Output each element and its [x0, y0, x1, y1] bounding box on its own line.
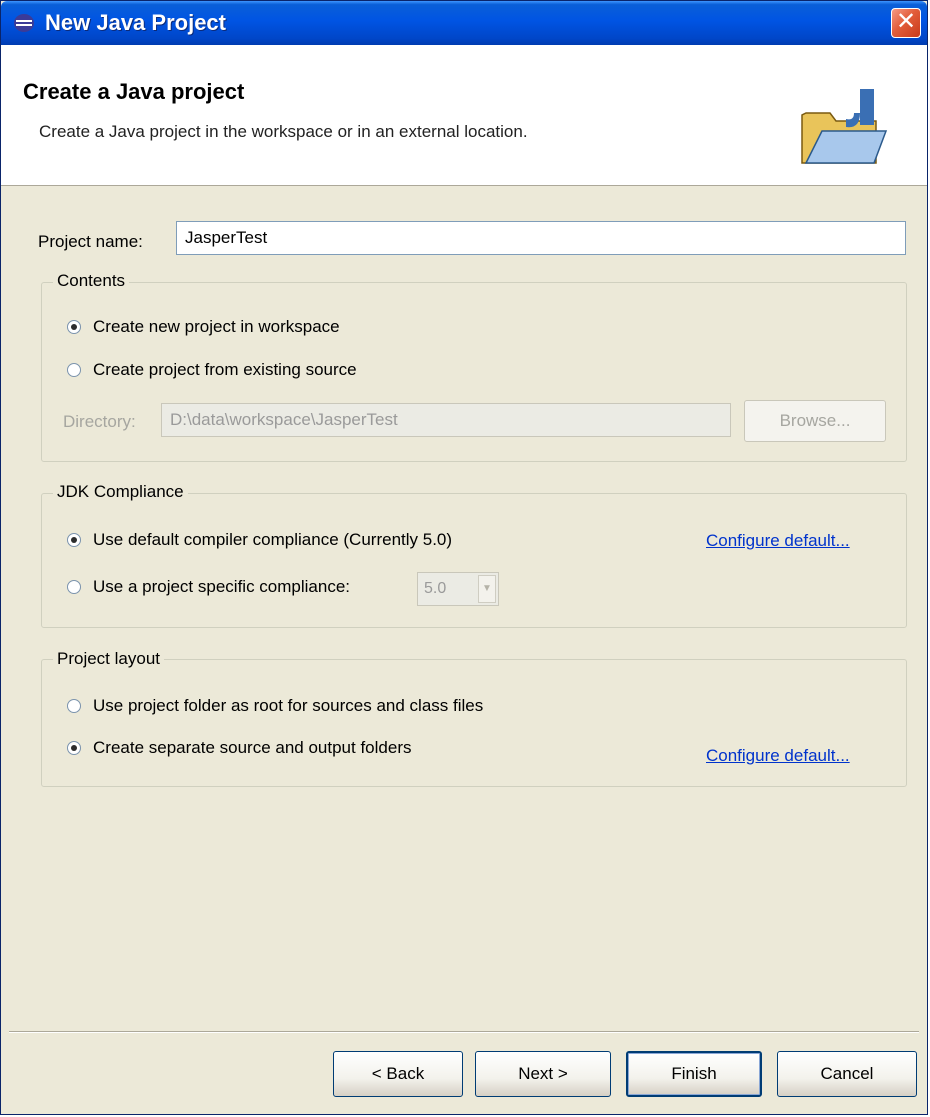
close-button[interactable]: ✕	[891, 8, 921, 38]
cancel-button[interactable]: Cancel	[777, 1051, 917, 1097]
project-root-label: Use project folder as root for sources a…	[93, 696, 484, 715]
eclipse-icon	[14, 14, 34, 32]
separate-folders-option[interactable]: Create separate source and output folder…	[67, 738, 411, 758]
create-from-existing-option[interactable]: Create project from existing source	[67, 360, 357, 380]
page-title: Create a Java project	[23, 79, 245, 104]
jdk-compliance-legend: JDK Compliance	[53, 482, 188, 502]
radio-button[interactable]	[67, 741, 81, 755]
radio-button[interactable]	[67, 533, 81, 547]
wizard-banner: Create a Java project Create a Java proj…	[1, 45, 927, 186]
radio-button[interactable]	[67, 699, 81, 713]
create-in-workspace-option[interactable]: Create new project in workspace	[67, 317, 340, 337]
java-project-folder-icon	[801, 89, 888, 164]
project-layout-legend: Project layout	[53, 649, 164, 669]
configure-default-link-layout[interactable]: Configure default...	[706, 746, 850, 766]
create-from-existing-label: Create project from existing source	[93, 360, 357, 379]
close-icon: ✕	[895, 8, 917, 35]
back-button[interactable]: < Back	[333, 1051, 463, 1097]
directory-label: Directory:	[63, 412, 136, 431]
project-name-label: Project name:	[38, 232, 143, 251]
project-root-option[interactable]: Use project folder as root for sources a…	[67, 696, 483, 716]
next-button[interactable]: Next >	[475, 1051, 611, 1097]
chevron-down-icon[interactable]: ▼	[478, 575, 496, 603]
new-java-project-dialog: New Java Project ✕ Create a Java project…	[0, 0, 928, 1115]
project-name-input[interactable]	[176, 221, 906, 255]
radio-button[interactable]	[67, 320, 81, 334]
browse-button[interactable]: Browse...	[744, 400, 886, 442]
page-description: Create a Java project in the workspace o…	[39, 122, 528, 141]
default-compliance-option[interactable]: Use default compiler compliance (Current…	[67, 530, 452, 550]
radio-button[interactable]	[67, 580, 81, 594]
radio-button[interactable]	[67, 363, 81, 377]
jdk-compliance-group	[41, 493, 907, 628]
create-in-workspace-label: Create new project in workspace	[93, 317, 340, 336]
configure-default-link-jdk[interactable]: Configure default...	[706, 531, 850, 551]
finish-button[interactable]: Finish	[626, 1051, 762, 1097]
project-layout-group	[41, 659, 907, 787]
specific-compliance-option[interactable]: Use a project specific compliance:	[67, 577, 350, 597]
directory-input[interactable]	[161, 403, 731, 437]
contents-legend: Contents	[53, 271, 130, 291]
specific-compliance-label: Use a project specific compliance:	[93, 577, 351, 596]
window-title: New Java Project	[45, 10, 226, 35]
compliance-level-select[interactable]: 5.0 ▼	[417, 572, 499, 606]
separate-folders-label: Create separate source and output folder…	[93, 738, 412, 757]
compliance-level-value: 5.0	[424, 580, 447, 597]
default-compliance-label: Use default compiler compliance (Current…	[93, 530, 453, 549]
title-bar[interactable]: New Java Project ✕	[1, 1, 927, 45]
button-bar-separator	[9, 1031, 919, 1033]
